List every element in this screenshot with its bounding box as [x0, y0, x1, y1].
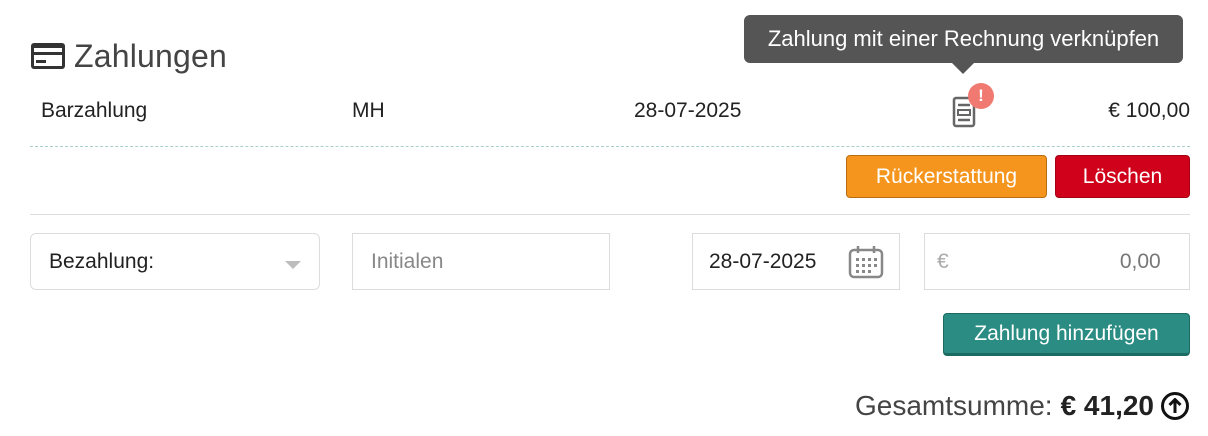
currency-prefix: €: [937, 249, 949, 273]
refund-button[interactable]: Rückerstattung: [846, 155, 1047, 198]
total-value: € 41,20: [1060, 390, 1154, 421]
payment-amount: € 100,00: [1108, 99, 1190, 122]
date-value: 28-07-2025: [709, 249, 817, 273]
delete-button[interactable]: Löschen: [1055, 155, 1190, 198]
payment-initials: MH: [352, 99, 385, 122]
chevron-down-icon: [285, 261, 301, 269]
payment-date: 28-07-2025: [634, 99, 742, 122]
amount-field[interactable]: €: [924, 233, 1190, 290]
initials-field[interactable]: [352, 233, 610, 290]
initials-input[interactable]: [369, 248, 593, 275]
section-title: Zahlungen: [74, 37, 228, 74]
payment-method: Barzahlung: [41, 99, 148, 122]
total-summary: Gesamtsumme: € 41,20: [855, 388, 1190, 424]
section-header: Zahlungen: [30, 36, 227, 76]
link-invoice-tooltip: Zahlung mit einer Rechnung verknüpfen: [744, 15, 1183, 63]
amount-input[interactable]: [948, 248, 1167, 275]
section-divider: [30, 214, 1190, 215]
date-field[interactable]: 28-07-2025: [692, 233, 900, 290]
tooltip-arrow: [952, 63, 974, 74]
row-divider: [30, 146, 1190, 147]
payment-method-select-label: Bezahlung:: [49, 249, 155, 273]
total-label: Gesamtsumme:: [854, 390, 1053, 421]
credit-card-icon: [31, 43, 65, 69]
alert-badge: !: [968, 83, 994, 109]
add-payment-button[interactable]: Zahlung hinzufügen: [943, 313, 1190, 356]
payment-method-select[interactable]: Bezahlung:: [30, 233, 320, 290]
arrow-up-circle-icon[interactable]: [1160, 391, 1190, 421]
calendar-icon[interactable]: [847, 244, 885, 280]
